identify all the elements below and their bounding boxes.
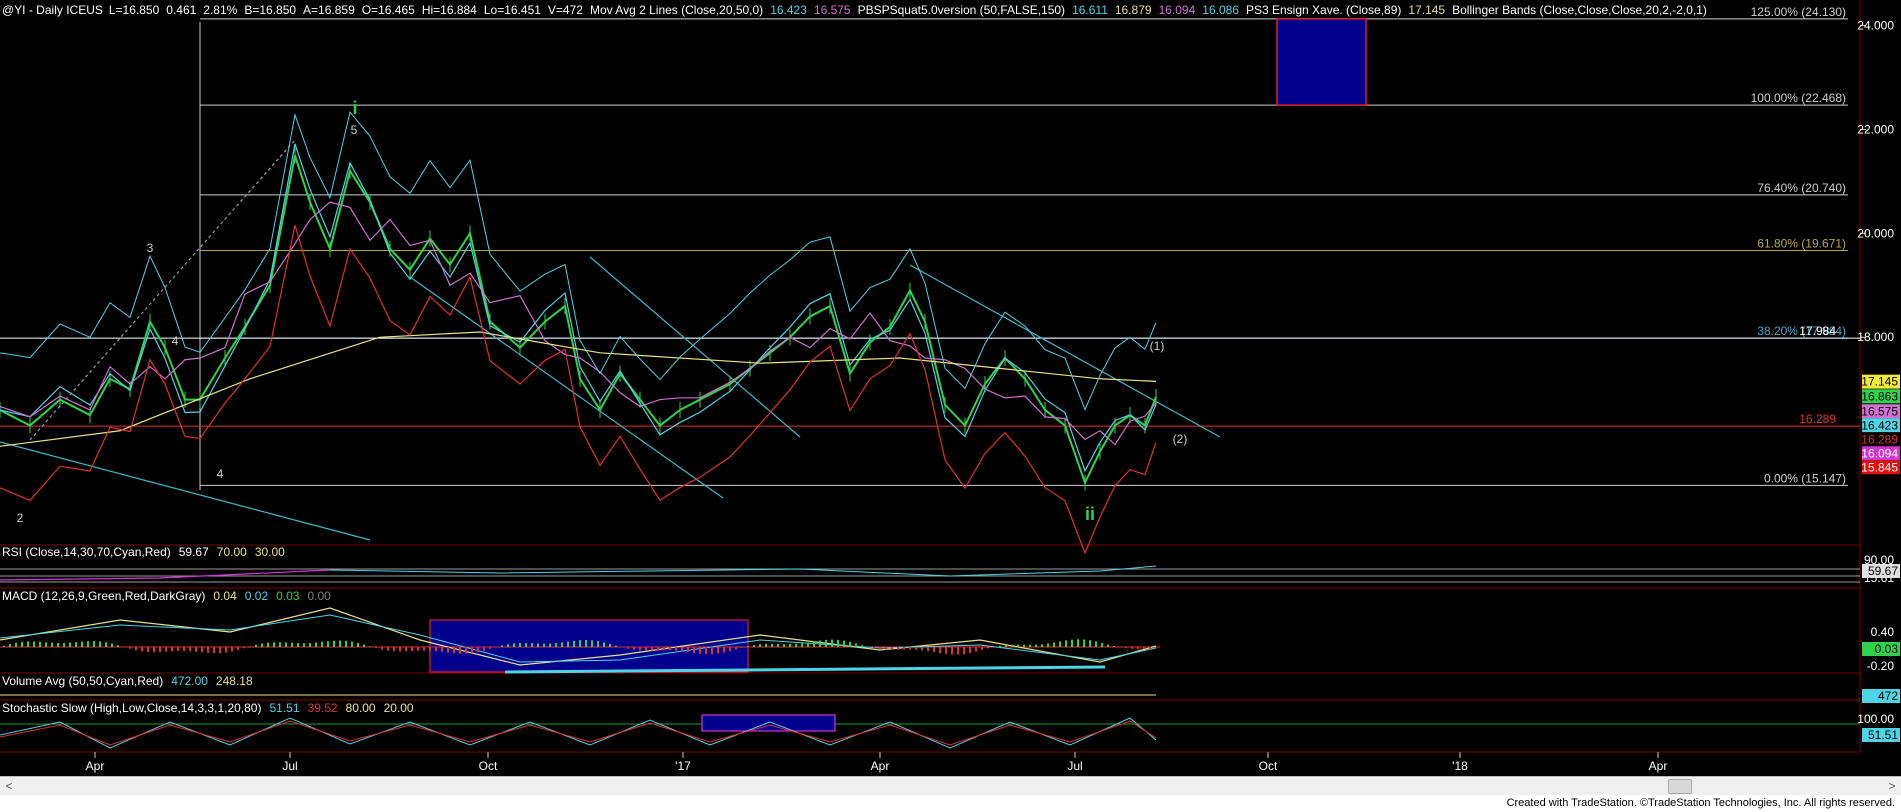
- scroll-left-arrow[interactable]: <: [0, 777, 18, 795]
- wave-label: i: [352, 98, 357, 118]
- header-value: V=472: [548, 3, 583, 17]
- header-value: 16.879: [1115, 3, 1152, 17]
- fib-level-label: 76.40% (20.740): [1757, 181, 1846, 195]
- x-tick-label: '17: [675, 759, 691, 773]
- wave-label: 2: [17, 511, 24, 525]
- indicator-value: 80.00: [346, 701, 376, 715]
- indicator-value: 248.18: [216, 674, 253, 688]
- y-tick-label: 24.000: [1857, 19, 1894, 33]
- price-badge-label: 16.289: [1861, 432, 1898, 446]
- wave-label: 4: [217, 467, 224, 481]
- fib-level-label: 0.00% (15.147): [1764, 471, 1846, 485]
- indicator-value: 0.04: [213, 589, 237, 603]
- x-tick-label: Apr: [871, 759, 890, 773]
- indicator-value: 30.00: [255, 545, 285, 559]
- indicator-value: 70.00: [217, 545, 247, 559]
- x-tick-label: Apr: [1649, 759, 1668, 773]
- header-value: 2.81%: [203, 3, 237, 17]
- header-value: A=16.859: [303, 3, 355, 17]
- indicator-value: 59.67: [179, 545, 209, 559]
- indicator-value: 51.51: [269, 701, 299, 715]
- header-value: 0.461: [166, 3, 196, 17]
- header-value: Bollinger Bands (Close,Close,Close,20,2,…: [1452, 3, 1707, 17]
- chart-canvas: 125.00% (24.130) 100.00% (22.468) 76.40% (…: [0, 0, 1901, 776]
- scroll-right-arrow[interactable]: >: [1883, 777, 1901, 795]
- chart-title: @YI - Daily ICEUS: [2, 3, 103, 17]
- price-badge-label: 16.094: [1861, 446, 1898, 460]
- x-tick-label: Oct: [479, 759, 498, 773]
- header-value: 16.611: [1072, 3, 1108, 17]
- wave-label: 5: [351, 123, 358, 137]
- wave-label: ii: [1085, 504, 1095, 524]
- y-tick-label: 22.000: [1857, 122, 1894, 136]
- indicator-value: 0.03: [276, 589, 300, 603]
- x-tick-label: Jul: [282, 759, 297, 773]
- macd-highlight-box: [429, 619, 749, 673]
- price-badges: 17.14516.86316.57516.42316.28916.09415.8…: [1861, 374, 1900, 475]
- indicator-title: RSI (Close,14,30,70,Cyan,Red): [2, 545, 171, 559]
- header-value: Mov Avg 2 Lines (Close,20,50,0): [590, 3, 763, 17]
- y-tick-label: 18.000: [1857, 330, 1894, 344]
- header-value: 16.423: [770, 3, 807, 17]
- wave-label: (1): [1150, 339, 1165, 353]
- wave-label: 3: [147, 241, 154, 255]
- wave-label: 4: [172, 334, 179, 348]
- price-badge-label: 16.575: [1861, 404, 1898, 418]
- credit-text: Created with TradeStation. ©TradeStation…: [1506, 797, 1895, 809]
- indicator-title: MACD (12,26,9,Green,Red,DarkGray): [2, 589, 205, 603]
- header-value: Lo=16.451: [484, 3, 541, 17]
- indicator-axis-label: 100.00: [1857, 712, 1894, 726]
- indicator-badge-label: 51.51: [1868, 728, 1898, 742]
- header-value: 16.086: [1202, 3, 1239, 17]
- indicator-badge-label: 472: [1878, 689, 1898, 703]
- indicator-title: Volume Avg (50,50,Cyan,Red): [2, 674, 163, 688]
- indicator-value: 39.52: [308, 701, 338, 715]
- header-value: L=16.850: [109, 3, 160, 17]
- indicator-value: 0.02: [245, 589, 269, 603]
- scroll-thumb[interactable]: [1668, 779, 1692, 794]
- indicator-title: Stochastic Slow (High,Low,Close,14,3,3,1…: [2, 701, 261, 715]
- fib-level-label: 125.00% (24.130): [1751, 5, 1846, 19]
- target-box: [1276, 18, 1367, 106]
- price-badge-label: 17.145: [1861, 375, 1898, 389]
- header-value: PBSPSquat5.0version (50,FALSE,150): [858, 3, 1065, 17]
- indicator-badge-label: 59.67: [1868, 564, 1898, 578]
- wave-label: (2): [1173, 432, 1188, 446]
- indicator-axis-label: 0.40: [1871, 625, 1895, 639]
- price-badge-label: 15.845: [1861, 460, 1898, 474]
- x-tick-label: Oct: [1259, 759, 1278, 773]
- header-value: 16.094: [1159, 3, 1196, 17]
- fib-level-label: 100.00% (22.468): [1751, 91, 1846, 105]
- footer-credit: Created with TradeStation. ©TradeStation…: [0, 795, 1901, 812]
- header-value: PS3 Ensign Xave. (Close,89): [1246, 3, 1401, 17]
- price-badge-label: 16.423: [1861, 418, 1898, 432]
- horizontal-level-label: 17.984: [1799, 324, 1836, 338]
- header-value: Hi=16.884: [422, 3, 477, 17]
- horizontal-level-label: 16.289: [1799, 412, 1836, 426]
- indicator-axis-label: -0.20: [1867, 659, 1895, 673]
- x-tick-label: '18: [1452, 759, 1468, 773]
- header-value: O=16.465: [362, 3, 415, 17]
- indicator-value: 472.00: [171, 674, 208, 688]
- horizontal-scrollbar[interactable]: < >: [0, 776, 1901, 795]
- indicator-badge-label: 0.03: [1875, 642, 1899, 656]
- header-value: B=16.850: [244, 3, 296, 17]
- fib-level-label: 61.80% (19.671): [1757, 236, 1846, 250]
- price-badge-label: 16.863: [1861, 389, 1898, 403]
- header-value: 16.575: [814, 3, 851, 17]
- x-tick-label: Jul: [1067, 759, 1082, 773]
- x-tick-label: Apr: [86, 759, 105, 773]
- header-value: 17.145: [1408, 3, 1445, 17]
- y-tick-label: 20.000: [1857, 226, 1894, 240]
- indicator-value: 20.00: [384, 701, 414, 715]
- indicator-value: 0.00: [307, 589, 331, 603]
